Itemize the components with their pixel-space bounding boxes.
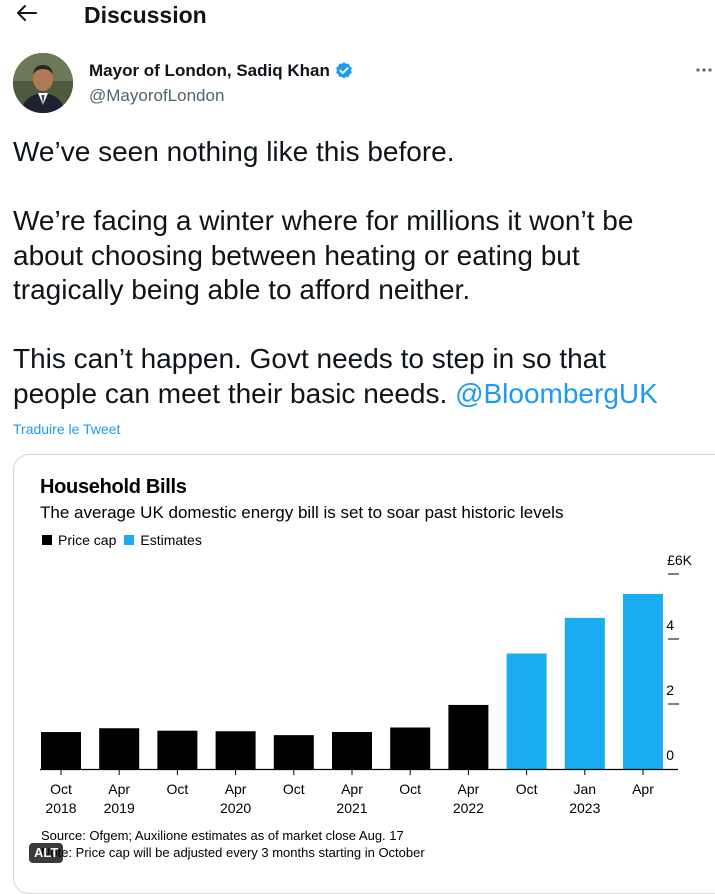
avatar[interactable] [13,53,73,113]
legend-item-price-cap: Price cap [42,532,116,548]
translate-tweet-link[interactable]: Traduire le Tweet [13,420,120,438]
legend-label: Price cap [58,532,117,548]
legend-swatch-estimates [124,535,135,545]
chart-subtitle: The average UK domestic energy bill is s… [40,503,564,522]
chart-note: Note: Price cap will be adjusted every 3… [41,845,425,860]
chart-legend: Price cap Estimates [42,532,210,548]
page-title: Discussion [84,2,207,28]
more-options-icon[interactable] [694,60,714,80]
tweet-line: people can meet their basic needs. @Bloo… [13,377,703,412]
back-arrow-icon [17,5,37,21]
tweet-line: This can’t happen. Govt needs to step in… [13,343,607,374]
top-header: Discussion [0,0,715,30]
chart-title: Household Bills [40,476,187,498]
alt-text-button[interactable]: ALT [29,843,64,863]
legend-swatch-price-cap [42,535,52,545]
back-button[interactable] [16,1,38,25]
tweet-line: We’re facing a winter where for millions… [13,205,634,236]
tweet-line-text: people can meet their basic needs. [13,377,456,409]
author-name-row[interactable]: Mayor of London, Sadiq Khan [89,60,354,82]
author-handle[interactable]: @MayorofLondon [89,85,224,107]
tweet-line: We’ve seen nothing like this before. [13,136,455,167]
tweet-line: about choosing between heating or eating… [13,239,580,271]
profile-photo-icon [13,53,73,113]
legend-item-estimates: Estimates [124,532,202,548]
verified-badge-icon [335,62,352,79]
mention-link[interactable]: @BloombergUK [455,378,658,409]
tweet-line: tragically being able to afford neither. [13,274,471,305]
legend-label: Estimates [140,532,202,548]
chart-source: Source: Ofgem; Auxilione estimates as of… [41,828,404,843]
tweet-text: We’ve seen nothing like this before. We’… [13,135,703,411]
author-name[interactable]: Mayor of London, Sadiq Khan [89,60,330,82]
